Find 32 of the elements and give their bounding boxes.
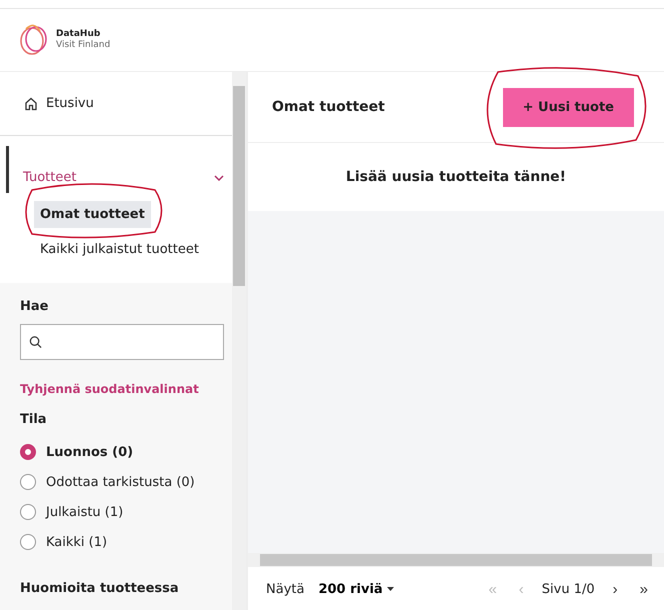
radio-label[interactable]: Kaikki (1) — [46, 534, 108, 550]
status-label: Tila — [20, 412, 48, 427]
page-title: Omat tuotteet — [272, 99, 385, 115]
pager-button[interactable]: » — [636, 580, 652, 598]
home-icon — [24, 96, 38, 110]
radio-button[interactable] — [20, 534, 36, 550]
empty-message: Lisää uusia tuotteita tänne! — [346, 169, 566, 185]
radio-label[interactable]: Luonnos (0) — [46, 444, 134, 460]
search-icon — [29, 335, 42, 349]
logo-subtitle: Visit Finland — [56, 40, 110, 51]
search-field[interactable] — [20, 324, 224, 360]
logo-icon — [18, 23, 50, 57]
search-label: Hae — [20, 299, 50, 314]
logo-title: DataHub — [56, 29, 102, 40]
pager-button[interactable]: › — [608, 580, 622, 598]
radio-label[interactable]: Odottaa tarkistusta (0) — [46, 474, 195, 490]
radio-button[interactable] — [20, 504, 36, 520]
page-indicator: Sivu 1/0 — [542, 582, 595, 596]
clear-filters-link[interactable]: Tyhjennä suodatinvalinnat — [20, 382, 212, 396]
nav-item[interactable]: Kaikki julkaistut tuotteet — [34, 236, 205, 263]
scrollbar[interactable] — [248, 553, 664, 567]
radio-button[interactable] — [20, 444, 36, 460]
radio-label[interactable]: Julkaistu (1) — [46, 504, 124, 520]
chevron-icon — [214, 174, 224, 180]
filter-heading: Huomioita tuotteessa — [20, 581, 180, 596]
radio-button[interactable] — [20, 474, 36, 490]
rows-dropdown[interactable]: 200 riviä — [318, 582, 394, 596]
new-product-button[interactable]: + Uusi tuote — [502, 88, 634, 126]
nav-item[interactable]: Omat tuotteet — [34, 201, 151, 228]
caret-icon — [386, 587, 394, 591]
scrollbar[interactable] — [232, 72, 246, 610]
rows-label: Näytä — [266, 582, 304, 596]
